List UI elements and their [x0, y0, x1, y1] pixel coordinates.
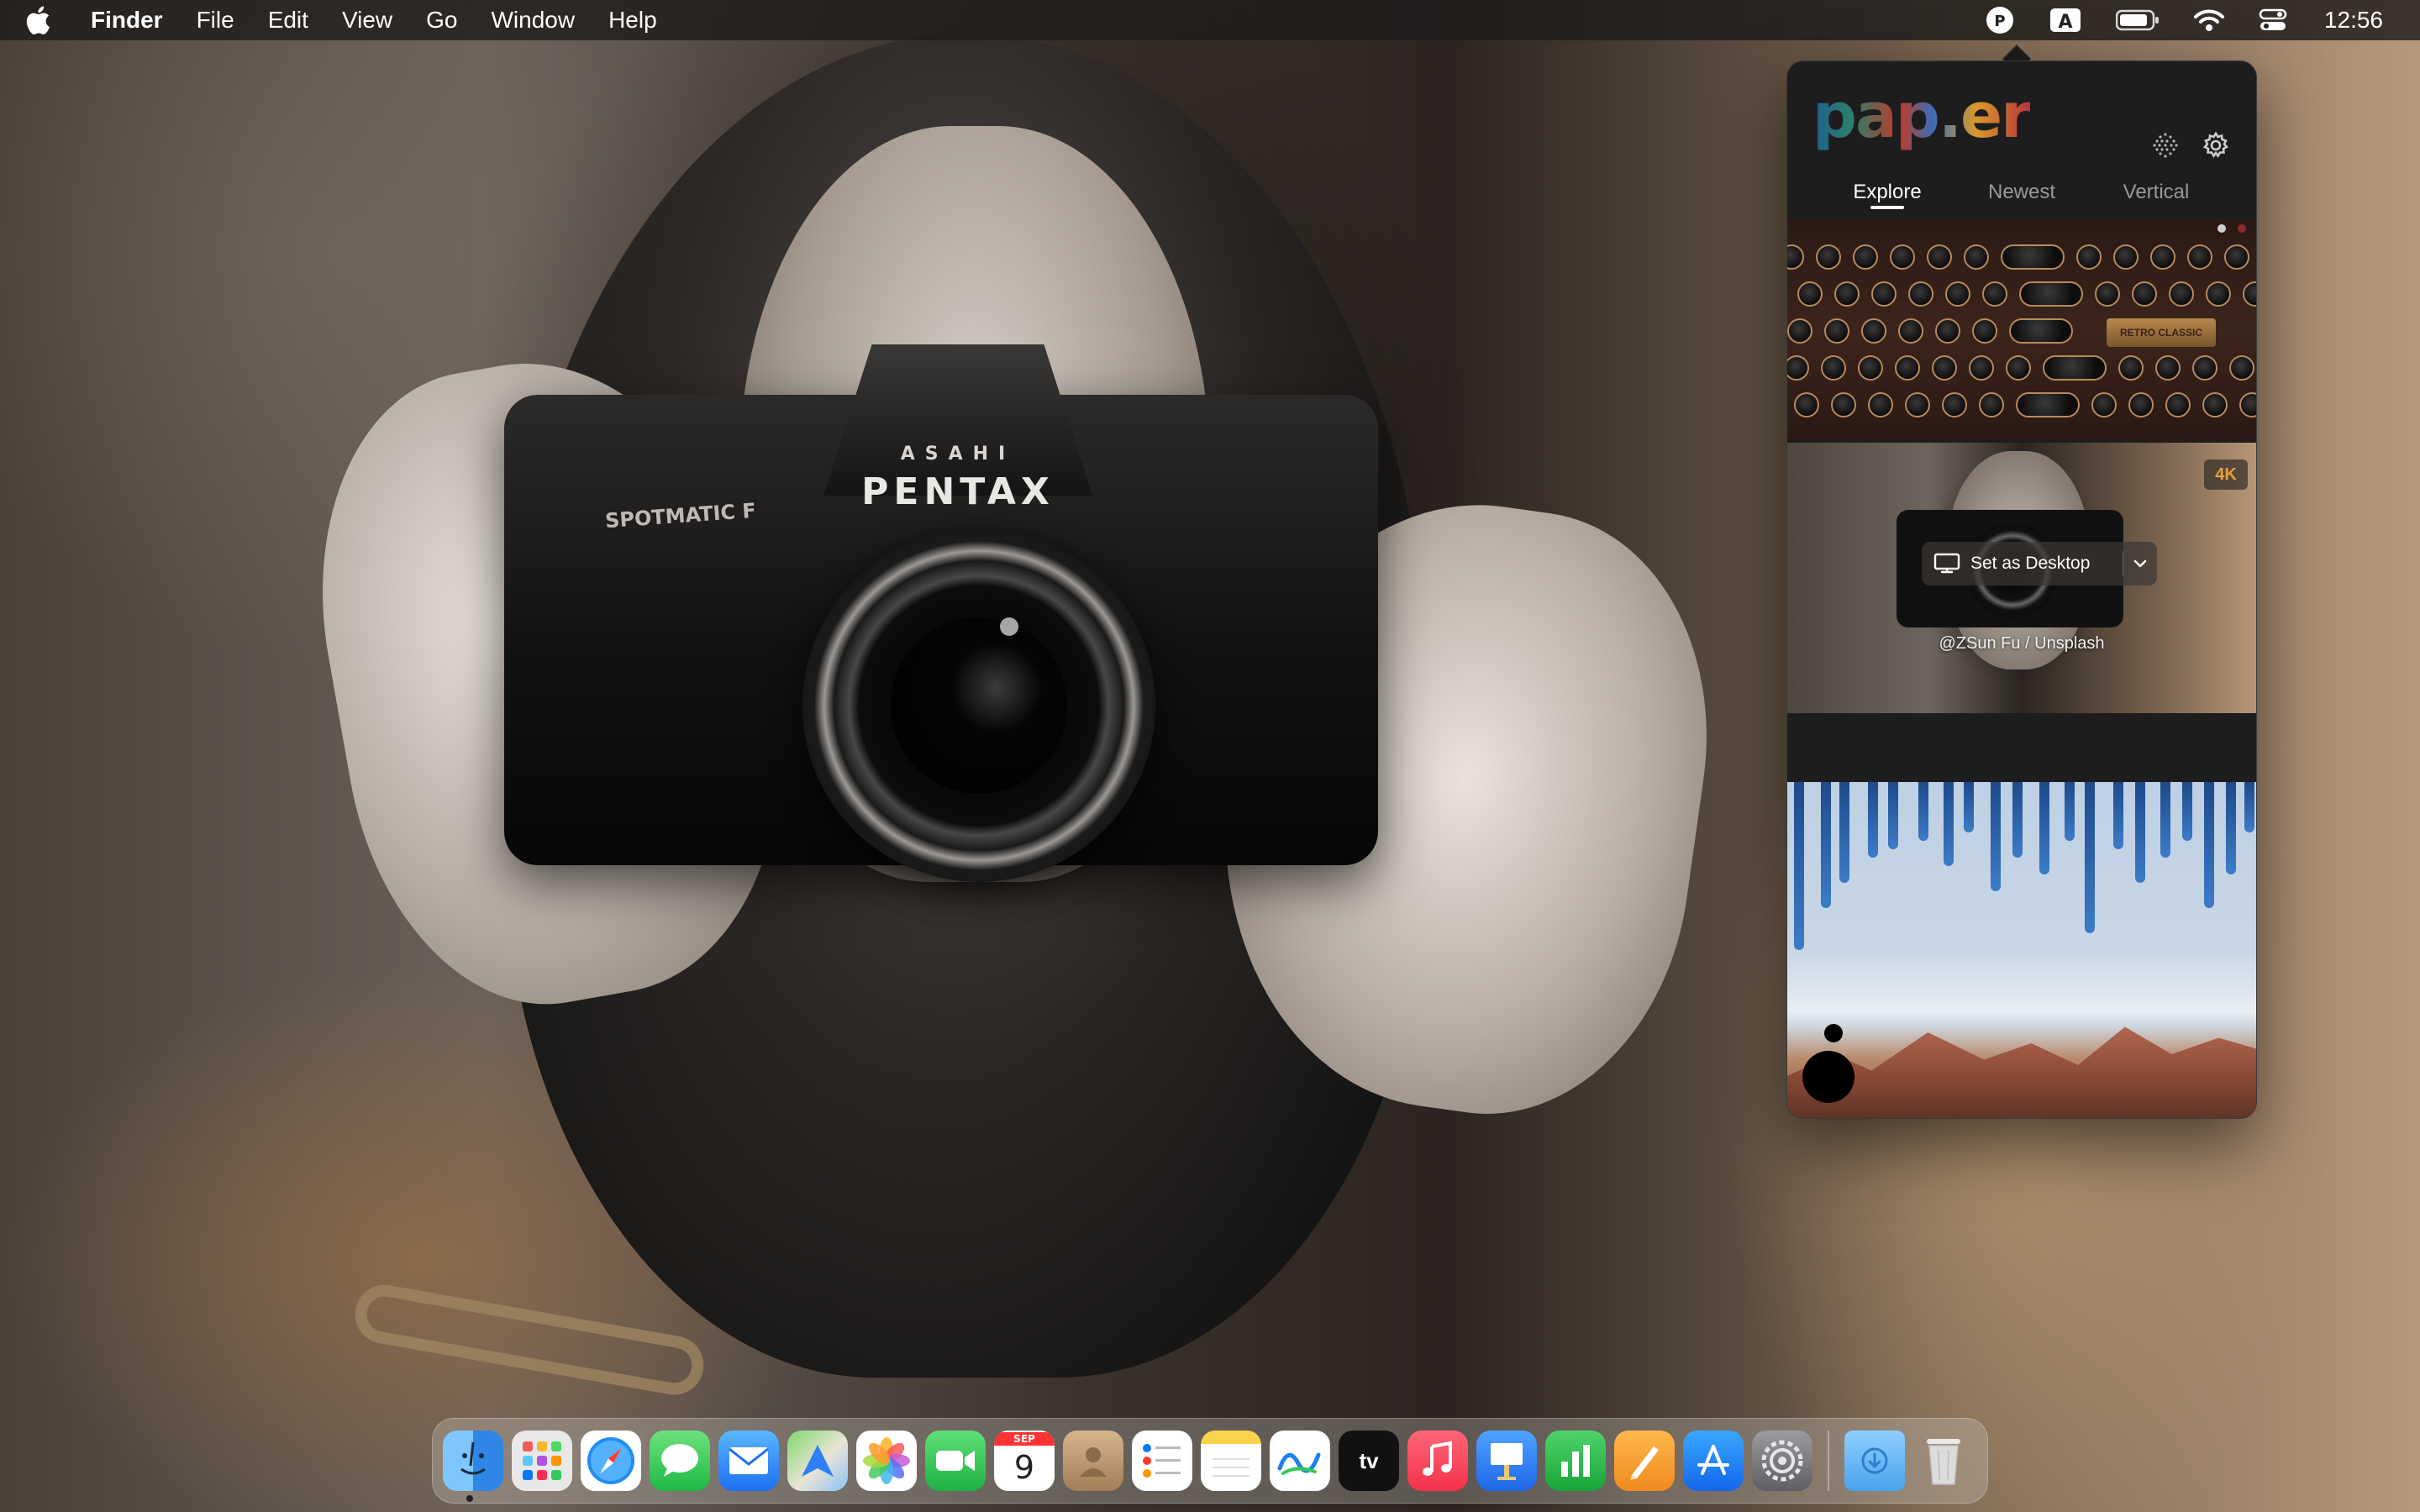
- photo-credit[interactable]: @ZSun Fu / Unsplash: [1787, 634, 2256, 654]
- dock-contacts-icon[interactable]: [1063, 1431, 1123, 1491]
- dock-keynote-icon[interactable]: [1476, 1431, 1537, 1491]
- dock-freeform-icon[interactable]: [1270, 1431, 1330, 1491]
- dock-calendar-icon[interactable]: SEP 9: [994, 1431, 1055, 1491]
- scroll-indicator: [2217, 224, 2226, 233]
- menu-window[interactable]: Window: [474, 0, 592, 40]
- keyboard-brand-plate: RETRO CLASSIC: [2107, 318, 2216, 347]
- menu-file[interactable]: File: [180, 0, 251, 40]
- dock-finder-icon[interactable]: [443, 1431, 503, 1491]
- wallpaper-thumb-icicles[interactable]: [1787, 782, 2256, 1118]
- resolution-badge: 4K: [2204, 459, 2248, 490]
- keyboard-row-5: [1794, 392, 2256, 417]
- wallpaper-bracelet: [350, 1280, 708, 1399]
- dock-launchpad-icon[interactable]: [512, 1431, 572, 1491]
- popover-tabs: Explore Newest Vertical: [1787, 172, 2256, 214]
- tab-newest[interactable]: Newest: [1954, 172, 2089, 214]
- keyboard-row-4: [1787, 355, 2254, 381]
- dock: SEP 9 tv: [432, 1418, 1988, 1504]
- scroll-indicator-secondary: [2238, 224, 2246, 233]
- tab-vertical[interactable]: Vertical: [2089, 172, 2223, 214]
- wallpaper-thumb-camera[interactable]: 4K Set as Desktop @ZSun Fu / Unsplash: [1787, 443, 2256, 713]
- wallpaper-camera-brand: PENTAX: [861, 470, 1055, 513]
- calendar-month: SEP: [994, 1432, 1055, 1446]
- battery-icon[interactable]: [2115, 9, 2160, 31]
- menu-app-finder[interactable]: Finder: [76, 0, 180, 40]
- dock-photos-icon[interactable]: [856, 1431, 917, 1491]
- paper-logo: pap.er: [1812, 80, 2032, 152]
- tab-explore[interactable]: Explore: [1820, 172, 1954, 214]
- dock-notes-icon[interactable]: [1201, 1431, 1261, 1491]
- keyboard-row-1: [1787, 244, 2256, 270]
- set-as-desktop-button[interactable]: Set as Desktop: [1922, 542, 2157, 585]
- menu-help[interactable]: Help: [592, 0, 674, 40]
- settings-gear-icon[interactable]: [2199, 129, 2233, 162]
- input-source-icon[interactable]: A: [2049, 7, 2082, 34]
- wallpaper-lens-glint: [1000, 617, 1018, 636]
- menu-view[interactable]: View: [325, 0, 409, 40]
- wifi-icon[interactable]: [2193, 8, 2225, 33]
- dock-tv-icon[interactable]: tv: [1339, 1431, 1399, 1491]
- thumb-mountains: [1787, 1026, 2256, 1118]
- wallpaper-camera-brand-sub: ASAHI: [900, 444, 1016, 465]
- cursor-ring: [1802, 1051, 1854, 1103]
- cursor-dot: [1824, 1024, 1843, 1042]
- dock-maps-icon[interactable]: [787, 1431, 848, 1491]
- dock-facetime-icon[interactable]: [925, 1431, 986, 1491]
- popover-header: pap.er Explore Newest Vertical: [1787, 61, 2256, 221]
- dock-reminders-icon[interactable]: [1132, 1431, 1192, 1491]
- dock-separator: [1828, 1431, 1829, 1491]
- menu-go[interactable]: Go: [409, 0, 474, 40]
- dock-safari-icon[interactable]: [581, 1431, 641, 1491]
- input-source-letter: A: [2058, 12, 2072, 33]
- wallpaper-camera-lens-glass: [891, 617, 1067, 794]
- keyboard-row-2: [1797, 281, 2256, 307]
- status-area: P A 12:56: [1985, 0, 2420, 40]
- wallpaper-feed[interactable]: RETRO CLASSIC 4K Set as Desktop @ZSun Fu…: [1787, 219, 2256, 1118]
- shuffle-dots-icon[interactable]: [2149, 129, 2182, 162]
- dock-music-icon[interactable]: [1407, 1431, 1468, 1491]
- dock-app-store-icon[interactable]: [1683, 1431, 1744, 1491]
- wallpaper-thumb-keyboard[interactable]: RETRO CLASSIC: [1787, 219, 2256, 439]
- dock-messages-icon[interactable]: [650, 1431, 710, 1491]
- dock-trash-icon[interactable]: [1913, 1431, 1974, 1491]
- chevron-down-icon[interactable]: [2123, 559, 2157, 569]
- calendar-day: 9: [1013, 1449, 1035, 1486]
- paper-popover: pap.er Explore Newest Vertical RETRO CLA…: [1786, 60, 2257, 1119]
- menu-edit[interactable]: Edit: [251, 0, 325, 40]
- finder-running-indicator: [466, 1495, 473, 1502]
- paper-app-status-icon[interactable]: P: [1985, 5, 2015, 35]
- set-as-desktop-label: Set as Desktop: [1970, 554, 2091, 573]
- dock-system-settings-icon[interactable]: [1752, 1431, 1812, 1491]
- menu-bar: Finder File Edit View Go Window Help P A: [0, 0, 2420, 40]
- dock-mail-icon[interactable]: [718, 1431, 779, 1491]
- menu-bar-clock[interactable]: 12:56: [2324, 7, 2383, 34]
- keyboard-row-3: [1787, 318, 2073, 344]
- monitor-icon: [1928, 553, 1965, 575]
- control-center-icon[interactable]: [2259, 8, 2287, 33]
- dock-downloads-folder-icon[interactable]: [1844, 1431, 1905, 1491]
- dock-numbers-icon[interactable]: [1545, 1431, 1606, 1491]
- keyboard-plate-text: RETRO CLASSIC: [2119, 327, 2202, 339]
- tv-label: tv: [1359, 1447, 1379, 1473]
- dock-pages-icon[interactable]: [1614, 1431, 1675, 1491]
- apple-menu-icon[interactable]: [0, 6, 76, 34]
- svg-text:P: P: [1994, 13, 2005, 30]
